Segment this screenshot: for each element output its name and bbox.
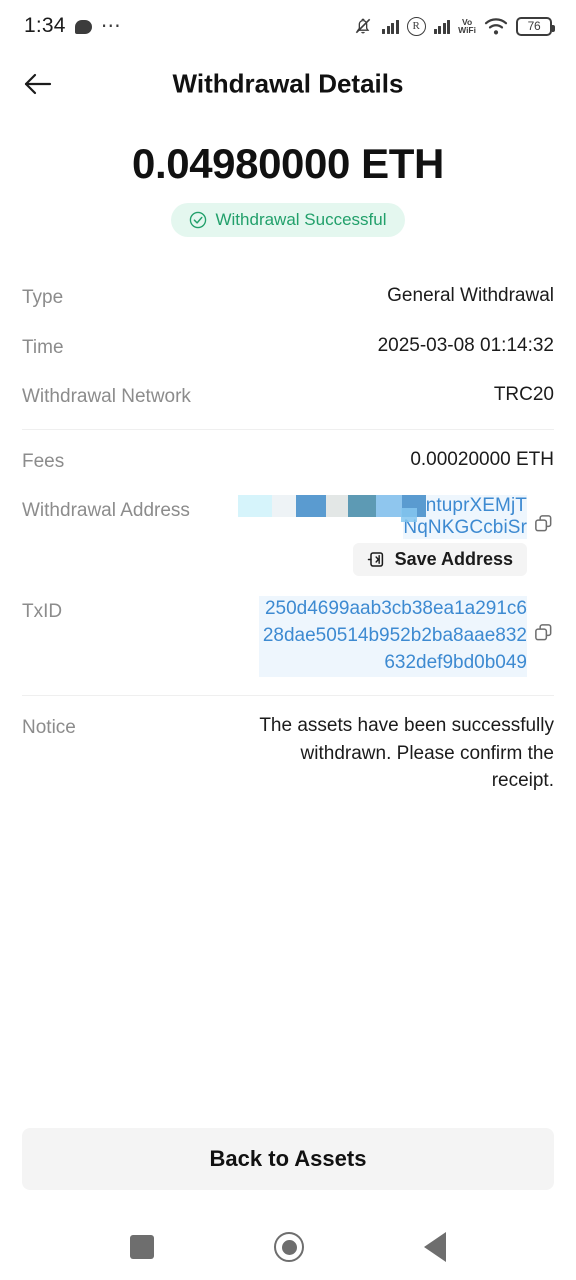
volte-wifi-icon: Vo WiFi [458,18,476,35]
withdrawal-address-label: Withdrawal Address [22,500,190,522]
withdrawal-amount: 0.04980000 ETH [132,140,444,187]
copy-icon [535,624,552,641]
volte-label-bottom: WiFi [458,25,476,35]
status-bar-left: 1:34 ⋯ [24,14,122,38]
txid-right: 250d4699aab3cb38ea1a291c628dae50514b952b… [259,596,554,678]
fees-label: Fees [22,450,65,472]
divider-2 [22,695,554,697]
status-badge-label: Withdrawal Successful [215,210,387,229]
status-bar-clock: 1:34 [24,14,66,37]
row-txid: TxID 250d4699aab3cb38ea1a291c628dae50514… [22,586,554,687]
copy-address-button[interactable] [533,513,554,539]
status-bar: 1:34 ⋯ R Vo WiFi 76 [0,0,576,52]
redacted-address-blocks [237,495,426,518]
withdrawal-address-visible-1[interactable]: ntuprXEMjT [425,495,527,518]
status-badge: Withdrawal Successful [171,203,405,237]
back-to-assets-button[interactable]: Back to Assets [22,1128,554,1190]
network-value: TRC20 [493,384,554,406]
row-type: Type General Withdrawal [22,272,554,322]
type-label: Type [22,287,64,308]
more-dots-icon: ⋯ [100,15,122,37]
save-address-icon [367,552,383,567]
row-time: Time 2025-03-08 01:14:32 [22,322,554,372]
status-badge-wrap: Withdrawal Successful [0,203,576,237]
txid-value[interactable]: 250d4699aab3cb38ea1a291c628dae50514b952b… [259,596,527,678]
details-section: Type General Withdrawal Time 2025-03-08 … [0,272,576,805]
row-notice: Notice The assets have been successfully… [22,702,554,805]
mute-bell-icon [355,18,371,34]
save-address-button[interactable]: Save Address [352,543,527,577]
notice-value: The assets have been successfully withdr… [259,715,554,792]
withdrawal-address-line-1: ntuprXEMjT [237,495,527,518]
txid-label: TxID [22,601,63,623]
back-to-assets-label: Back to Assets [209,1146,367,1171]
row-withdrawal-address: Withdrawal Address ntuprXEMjT NqNKGCcbiS… [22,485,554,586]
time-value: 2025-03-08 01:14:32 [377,334,554,356]
app-bar: Withdrawal Details [0,52,576,116]
recents-square-icon[interactable] [130,1235,154,1259]
withdrawal-address-column: ntuprXEMjT NqNKGCcbiSr Save Address [237,495,527,577]
status-bar-right: R Vo WiFi 76 [352,16,555,36]
battery-level: 76 [527,19,541,33]
copy-txid-button[interactable] [533,622,554,648]
row-fees: Fees 0.00020000 ETH [22,436,554,486]
chat-bubble-icon [74,20,92,34]
fees-value: 0.00020000 ETH [410,448,554,470]
phone-screen: 1:34 ⋯ R Vo WiFi 76 Withdrawal Details 0… [0,0,576,1280]
type-value: General Withdrawal [387,285,554,306]
withdrawal-address-line-2: NqNKGCcbiSr [401,508,527,540]
battery-icon: 76 [516,16,555,36]
row-network: Withdrawal Network TRC20 [22,371,554,421]
page-title: Withdrawal Details [172,68,404,99]
withdrawal-address-right: ntuprXEMjT NqNKGCcbiSr Save Address [237,495,554,577]
signal-bars-icon [382,18,399,34]
save-address-label: Save Address [394,549,513,570]
copy-icon [535,515,552,532]
notice-label: Notice [22,717,76,739]
signal-bars-icon-2 [433,18,451,34]
network-label: Withdrawal Network [22,386,191,408]
back-triangle-icon[interactable] [424,1232,446,1262]
time-label: Time [22,336,64,358]
check-circle-icon [190,211,207,229]
home-circle-icon[interactable] [274,1232,304,1262]
roaming-icon: R [406,16,426,36]
divider-1 [22,428,554,430]
android-nav-bar [0,1214,576,1280]
wifi-icon [484,17,508,34]
withdrawal-address-visible-2[interactable]: NqNKGCcbiSr [401,508,527,540]
